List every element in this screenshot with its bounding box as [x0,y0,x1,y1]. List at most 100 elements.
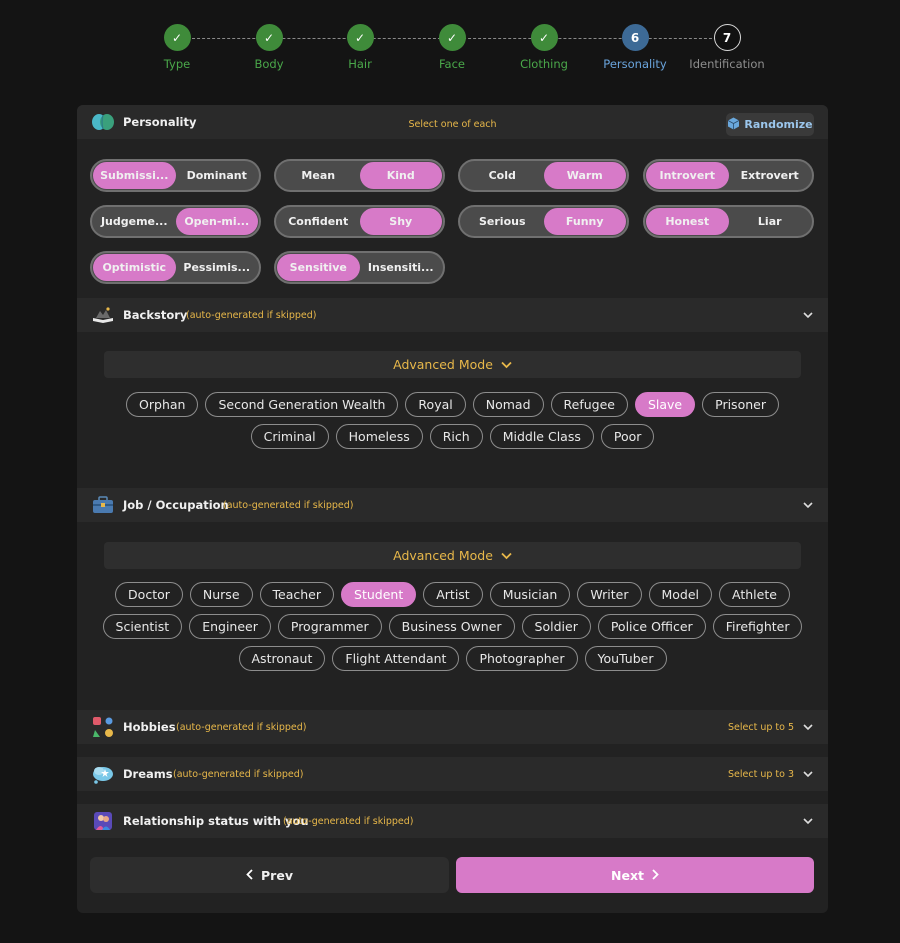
job-chip[interactable]: Musician [489,582,571,607]
dreams-note: (auto-generated if skipped) [173,768,304,780]
job-chip[interactable]: Teacher [259,582,335,607]
trait-option[interactable]: Confident [277,208,360,235]
step-clothing[interactable]: ✓ Clothing [498,24,590,71]
trait-option[interactable]: Submissi... [93,162,176,189]
job-chip[interactable]: Scientist [102,614,183,639]
job-chip[interactable]: Model [648,582,713,607]
advanced-mode-label: Advanced Mode [393,357,493,372]
trait-option[interactable]: Serious [461,208,544,235]
backstory-chip[interactable]: Second Generation Wealth [205,392,399,417]
progress-stepper: ✓ Type ✓ Body ✓ Hair ✓ Face ✓ Clothing 6 Personalit… [131,24,771,74]
backstory-chip[interactable]: Slave [634,392,696,417]
backstory-chip[interactable]: Poor [600,424,655,449]
backstory-header[interactable]: Backstory (auto-generated if skipped) [77,298,828,332]
job-chip[interactable]: Programmer [277,614,382,639]
chevron-down-icon[interactable] [802,721,814,733]
job-chip[interactable]: Soldier [521,614,591,639]
trait-option[interactable]: Insensiti... [360,254,443,281]
trait-option[interactable]: Extrovert [729,162,812,189]
chevron-down-icon [501,548,512,563]
step-identification[interactable]: 7 Identification [681,24,773,71]
backstory-note: (auto-generated if skipped) [186,309,317,321]
job-chip[interactable]: Writer [577,582,642,607]
job-chip[interactable]: Student [341,582,417,607]
backstory-chip[interactable]: Criminal [250,424,329,449]
job-chip[interactable]: YouTuber [584,646,667,671]
backstory-book-icon [91,303,115,327]
backstory-chip-row: Criminal Homeless Rich Middle Class Poor [77,424,828,449]
trait-option[interactable]: Cold [461,162,544,189]
job-chip[interactable]: Photographer [466,646,578,671]
checkmark-icon: ✓ [346,24,374,51]
briefcase-icon [91,493,115,517]
step-hair[interactable]: ✓ Hair [314,24,406,71]
step-type[interactable]: ✓ Type [131,24,223,71]
trait-option[interactable]: Optimistic [93,254,176,281]
dreams-header[interactable]: Dreams (auto-generated if skipped) Selec… [77,757,828,791]
job-chip-row: Doctor Nurse Teacher Student Artist Musician W… [77,582,828,607]
step-face[interactable]: ✓ Face [406,24,498,71]
trait-option[interactable]: Mean [277,162,360,189]
trait-option[interactable]: Judgeme... [93,208,176,235]
job-chip[interactable]: Police Officer [597,614,706,639]
trait-option[interactable]: Dominant [176,162,259,189]
relationship-title: Relationship status with you [123,814,309,828]
trait-option[interactable]: Pessimis... [176,254,259,281]
step-label: Clothing [520,57,568,71]
trait-toggle: Serious Funny [458,205,629,238]
hobbies-limit: Select up to 5 [728,721,794,733]
trait-toggle: Introvert Extrovert [643,159,814,192]
job-chip[interactable]: Nurse [189,582,253,607]
checkmark-icon: ✓ [530,24,558,51]
backstory-chip[interactable]: Nomad [472,392,544,417]
job-chip[interactable]: Doctor [115,582,183,607]
job-chip[interactable]: Flight Attendant [332,646,460,671]
backstory-chip[interactable]: Rich [429,424,483,449]
trait-option[interactable]: Sensitive [277,254,360,281]
job-chip[interactable]: Artist [423,582,483,607]
prev-button[interactable]: Prev [90,857,449,893]
backstory-chip[interactable]: Prisoner [702,392,779,417]
job-header[interactable]: Job / Occupation (auto-generated if skip… [77,488,828,522]
backstory-chip[interactable]: Homeless [335,424,423,449]
dreams-cloud-icon [91,762,115,786]
hobbies-header[interactable]: Hobbies (auto-generated if skipped) Sele… [77,710,828,744]
job-chip[interactable]: Athlete [719,582,790,607]
trait-option[interactable]: Open-mi... [175,208,258,235]
step-number: 7 [713,24,741,51]
backstory-chip[interactable]: Middle Class [489,424,594,449]
chevron-down-icon[interactable] [802,499,814,511]
job-chip[interactable]: Business Owner [388,614,515,639]
job-advanced-mode[interactable]: Advanced Mode [104,542,801,569]
dreams-title: Dreams [123,767,173,781]
trait-option[interactable]: Honest [646,208,729,235]
randomize-button[interactable]: Randomize [726,113,814,136]
job-chip[interactable]: Engineer [189,614,271,639]
trait-option[interactable]: Liar [729,208,812,235]
trait-toggle: Optimistic Pessimis... [90,251,261,284]
chevron-down-icon[interactable] [802,768,814,780]
step-personality[interactable]: 6 Personality [589,24,681,71]
trait-option[interactable]: Introvert [646,162,729,189]
backstory-chip[interactable]: Orphan [126,392,199,417]
trait-option[interactable]: Warm [543,162,626,189]
next-button[interactable]: Next [456,857,814,893]
next-label: Next [611,867,644,883]
trait-option[interactable]: Kind [359,162,442,189]
backstory-chip[interactable]: Refugee [550,392,628,417]
dice-icon [727,117,740,133]
backstory-advanced-mode[interactable]: Advanced Mode [104,351,801,378]
trait-toggle: Mean Kind [274,159,445,192]
trait-option[interactable]: Funny [543,208,626,235]
trait-option[interactable]: Shy [359,208,442,235]
step-label: Face [438,57,465,71]
job-title: Job / Occupation [123,498,229,512]
chevron-down-icon[interactable] [802,309,814,321]
step-body[interactable]: ✓ Body [223,24,315,71]
relationship-header[interactable]: Relationship status with you (auto-gener… [77,804,828,838]
backstory-chip[interactable]: Royal [405,392,466,417]
job-chip[interactable]: Firefighter [712,614,803,639]
job-chip[interactable]: Astronaut [238,646,326,671]
chevron-down-icon[interactable] [802,815,814,827]
step-label: Personality [603,57,667,71]
